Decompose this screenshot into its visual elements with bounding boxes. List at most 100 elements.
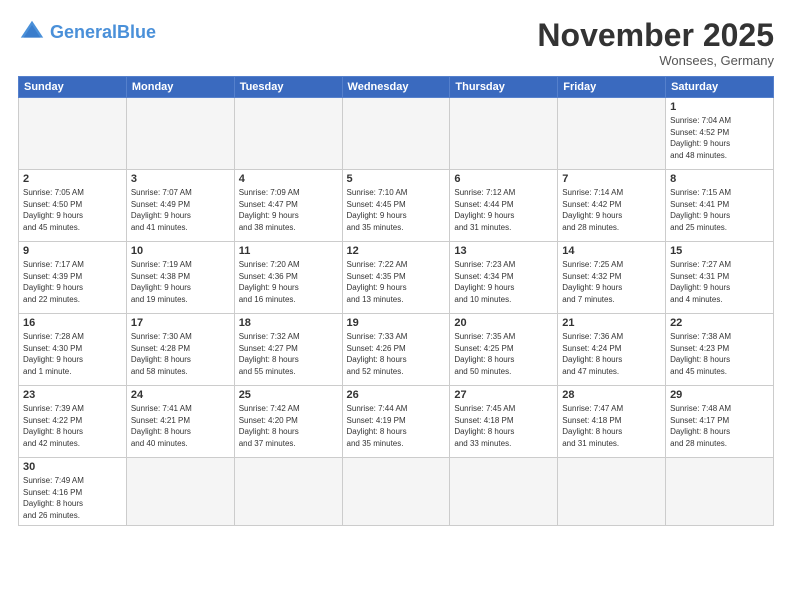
day-number: 6 bbox=[454, 173, 553, 185]
day-info: Sunrise: 7:20 AM Sunset: 4:36 PM Dayligh… bbox=[239, 259, 338, 305]
day-number: 16 bbox=[23, 317, 122, 329]
day-number: 20 bbox=[454, 317, 553, 329]
calendar-day-cell bbox=[342, 458, 450, 525]
weekday-header: Sunday bbox=[19, 77, 127, 98]
calendar-day-cell bbox=[342, 98, 450, 170]
day-info: Sunrise: 7:23 AM Sunset: 4:34 PM Dayligh… bbox=[454, 259, 553, 305]
calendar-day-cell bbox=[234, 98, 342, 170]
calendar-day-cell: 8 Sunrise: 7:15 AM Sunset: 4:41 PM Daylig… bbox=[666, 170, 774, 242]
calendar-day-cell bbox=[234, 458, 342, 525]
page: GeneralBlue November 2025 Wonsees, Germa… bbox=[0, 0, 792, 612]
day-number: 19 bbox=[347, 317, 446, 329]
day-info: Sunrise: 7:33 AM Sunset: 4:26 PM Dayligh… bbox=[347, 331, 446, 377]
calendar-day-cell: 25 Sunrise: 7:42 AM Sunset: 4:20 PM Dayli… bbox=[234, 386, 342, 458]
location: Wonsees, Germany bbox=[537, 53, 774, 68]
title-block: November 2025 Wonsees, Germany bbox=[537, 18, 774, 68]
weekday-header: Tuesday bbox=[234, 77, 342, 98]
day-number: 27 bbox=[454, 389, 553, 401]
day-info: Sunrise: 7:42 AM Sunset: 4:20 PM Dayligh… bbox=[239, 403, 338, 449]
weekday-header: Saturday bbox=[666, 77, 774, 98]
day-info: Sunrise: 7:39 AM Sunset: 4:22 PM Dayligh… bbox=[23, 403, 122, 449]
calendar-day-cell: 6Sunrise: 7:12 AM Sunset: 4:44 PM Daylig… bbox=[450, 170, 558, 242]
calendar-day-cell bbox=[558, 458, 666, 525]
calendar-week-row: 1 Sunrise: 7:04 AM Sunset: 4:52 PM Daylig… bbox=[19, 98, 774, 170]
calendar-week-row: 23 Sunrise: 7:39 AM Sunset: 4:22 PM Dayli… bbox=[19, 386, 774, 458]
calendar-week-row: 9 Sunrise: 7:17 AM Sunset: 4:39 PM Daylig… bbox=[19, 242, 774, 314]
header: GeneralBlue November 2025 Wonsees, Germa… bbox=[18, 18, 774, 68]
calendar-day-cell: 12Sunrise: 7:22 AM Sunset: 4:35 PM Dayli… bbox=[342, 242, 450, 314]
day-info: Sunrise: 7:15 AM Sunset: 4:41 PM Dayligh… bbox=[670, 187, 769, 233]
day-number: 23 bbox=[23, 389, 122, 401]
day-number: 15 bbox=[670, 245, 769, 257]
calendar-day-cell: 5Sunrise: 7:10 AM Sunset: 4:45 PM Daylig… bbox=[342, 170, 450, 242]
day-info: Sunrise: 7:45 AM Sunset: 4:18 PM Dayligh… bbox=[454, 403, 553, 449]
calendar-day-cell: 26Sunrise: 7:44 AM Sunset: 4:19 PM Dayli… bbox=[342, 386, 450, 458]
calendar-day-cell bbox=[19, 98, 127, 170]
calendar-day-cell bbox=[126, 98, 234, 170]
calendar-table: SundayMondayTuesdayWednesdayThursdayFrid… bbox=[18, 76, 774, 525]
day-number: 8 bbox=[670, 173, 769, 185]
calendar-day-cell: 27 Sunrise: 7:45 AM Sunset: 4:18 PM Dayli… bbox=[450, 386, 558, 458]
day-info: Sunrise: 7:04 AM Sunset: 4:52 PM Dayligh… bbox=[670, 115, 769, 161]
weekday-header: Wednesday bbox=[342, 77, 450, 98]
month-title: November 2025 bbox=[537, 18, 774, 53]
calendar-day-cell bbox=[450, 458, 558, 525]
calendar-day-cell: 29Sunrise: 7:48 AM Sunset: 4:17 PM Dayli… bbox=[666, 386, 774, 458]
weekday-header: Thursday bbox=[450, 77, 558, 98]
day-info: Sunrise: 7:19 AM Sunset: 4:38 PM Dayligh… bbox=[131, 259, 230, 305]
day-info: Sunrise: 7:14 AM Sunset: 4:42 PM Dayligh… bbox=[562, 187, 661, 233]
calendar-header-row: SundayMondayTuesdayWednesdayThursdayFrid… bbox=[19, 77, 774, 98]
day-number: 1 bbox=[670, 101, 769, 113]
calendar-day-cell: 3Sunrise: 7:07 AM Sunset: 4:49 PM Daylig… bbox=[126, 170, 234, 242]
day-number: 21 bbox=[562, 317, 661, 329]
calendar-day-cell: 19 Sunrise: 7:33 AM Sunset: 4:26 PM Dayli… bbox=[342, 314, 450, 386]
calendar-day-cell: 28 Sunrise: 7:47 AM Sunset: 4:18 PM Dayli… bbox=[558, 386, 666, 458]
calendar-week-row: 2 Sunrise: 7:05 AM Sunset: 4:50 PM Daylig… bbox=[19, 170, 774, 242]
calendar-day-cell: 24Sunrise: 7:41 AM Sunset: 4:21 PM Dayli… bbox=[126, 386, 234, 458]
day-info: Sunrise: 7:48 AM Sunset: 4:17 PM Dayligh… bbox=[670, 403, 769, 449]
day-info: Sunrise: 7:47 AM Sunset: 4:18 PM Dayligh… bbox=[562, 403, 661, 449]
calendar-day-cell: 15Sunrise: 7:27 AM Sunset: 4:31 PM Dayli… bbox=[666, 242, 774, 314]
logo: GeneralBlue bbox=[18, 18, 156, 46]
day-number: 26 bbox=[347, 389, 446, 401]
day-info: Sunrise: 7:35 AM Sunset: 4:25 PM Dayligh… bbox=[454, 331, 553, 377]
calendar-day-cell: 2 Sunrise: 7:05 AM Sunset: 4:50 PM Daylig… bbox=[19, 170, 127, 242]
calendar-day-cell: 22Sunrise: 7:38 AM Sunset: 4:23 PM Dayli… bbox=[666, 314, 774, 386]
day-number: 25 bbox=[239, 389, 338, 401]
calendar-day-cell: 1 Sunrise: 7:04 AM Sunset: 4:52 PM Daylig… bbox=[666, 98, 774, 170]
calendar-day-cell: 10 Sunrise: 7:19 AM Sunset: 4:38 PM Dayli… bbox=[126, 242, 234, 314]
calendar-day-cell bbox=[126, 458, 234, 525]
calendar-day-cell: 30 Sunrise: 7:49 AM Sunset: 4:16 PM Dayli… bbox=[19, 458, 127, 525]
logo-text: GeneralBlue bbox=[50, 23, 156, 41]
day-number: 30 bbox=[23, 461, 122, 473]
calendar-day-cell: 23 Sunrise: 7:39 AM Sunset: 4:22 PM Dayli… bbox=[19, 386, 127, 458]
day-number: 14 bbox=[562, 245, 661, 257]
day-info: Sunrise: 7:05 AM Sunset: 4:50 PM Dayligh… bbox=[23, 187, 122, 233]
calendar-day-cell: 16 Sunrise: 7:28 AM Sunset: 4:30 PM Dayli… bbox=[19, 314, 127, 386]
day-info: Sunrise: 7:36 AM Sunset: 4:24 PM Dayligh… bbox=[562, 331, 661, 377]
calendar-day-cell: 9 Sunrise: 7:17 AM Sunset: 4:39 PM Daylig… bbox=[19, 242, 127, 314]
day-info: Sunrise: 7:49 AM Sunset: 4:16 PM Dayligh… bbox=[23, 475, 122, 521]
day-number: 28 bbox=[562, 389, 661, 401]
calendar-day-cell: 17Sunrise: 7:30 AM Sunset: 4:28 PM Dayli… bbox=[126, 314, 234, 386]
day-number: 17 bbox=[131, 317, 230, 329]
day-number: 18 bbox=[239, 317, 338, 329]
logo-icon bbox=[18, 18, 46, 46]
day-number: 24 bbox=[131, 389, 230, 401]
day-number: 2 bbox=[23, 173, 122, 185]
day-number: 11 bbox=[239, 245, 338, 257]
day-info: Sunrise: 7:10 AM Sunset: 4:45 PM Dayligh… bbox=[347, 187, 446, 233]
day-info: Sunrise: 7:17 AM Sunset: 4:39 PM Dayligh… bbox=[23, 259, 122, 305]
day-info: Sunrise: 7:09 AM Sunset: 4:47 PM Dayligh… bbox=[239, 187, 338, 233]
day-info: Sunrise: 7:25 AM Sunset: 4:32 PM Dayligh… bbox=[562, 259, 661, 305]
calendar-day-cell: 14 Sunrise: 7:25 AM Sunset: 4:32 PM Dayli… bbox=[558, 242, 666, 314]
logo-general: General bbox=[50, 22, 117, 42]
day-info: Sunrise: 7:28 AM Sunset: 4:30 PM Dayligh… bbox=[23, 331, 122, 377]
day-number: 22 bbox=[670, 317, 769, 329]
calendar-day-cell bbox=[450, 98, 558, 170]
day-number: 9 bbox=[23, 245, 122, 257]
weekday-header: Friday bbox=[558, 77, 666, 98]
calendar-day-cell: 20 Sunrise: 7:35 AM Sunset: 4:25 PM Dayli… bbox=[450, 314, 558, 386]
calendar-day-cell: 11 Sunrise: 7:20 AM Sunset: 4:36 PM Dayli… bbox=[234, 242, 342, 314]
day-number: 10 bbox=[131, 245, 230, 257]
